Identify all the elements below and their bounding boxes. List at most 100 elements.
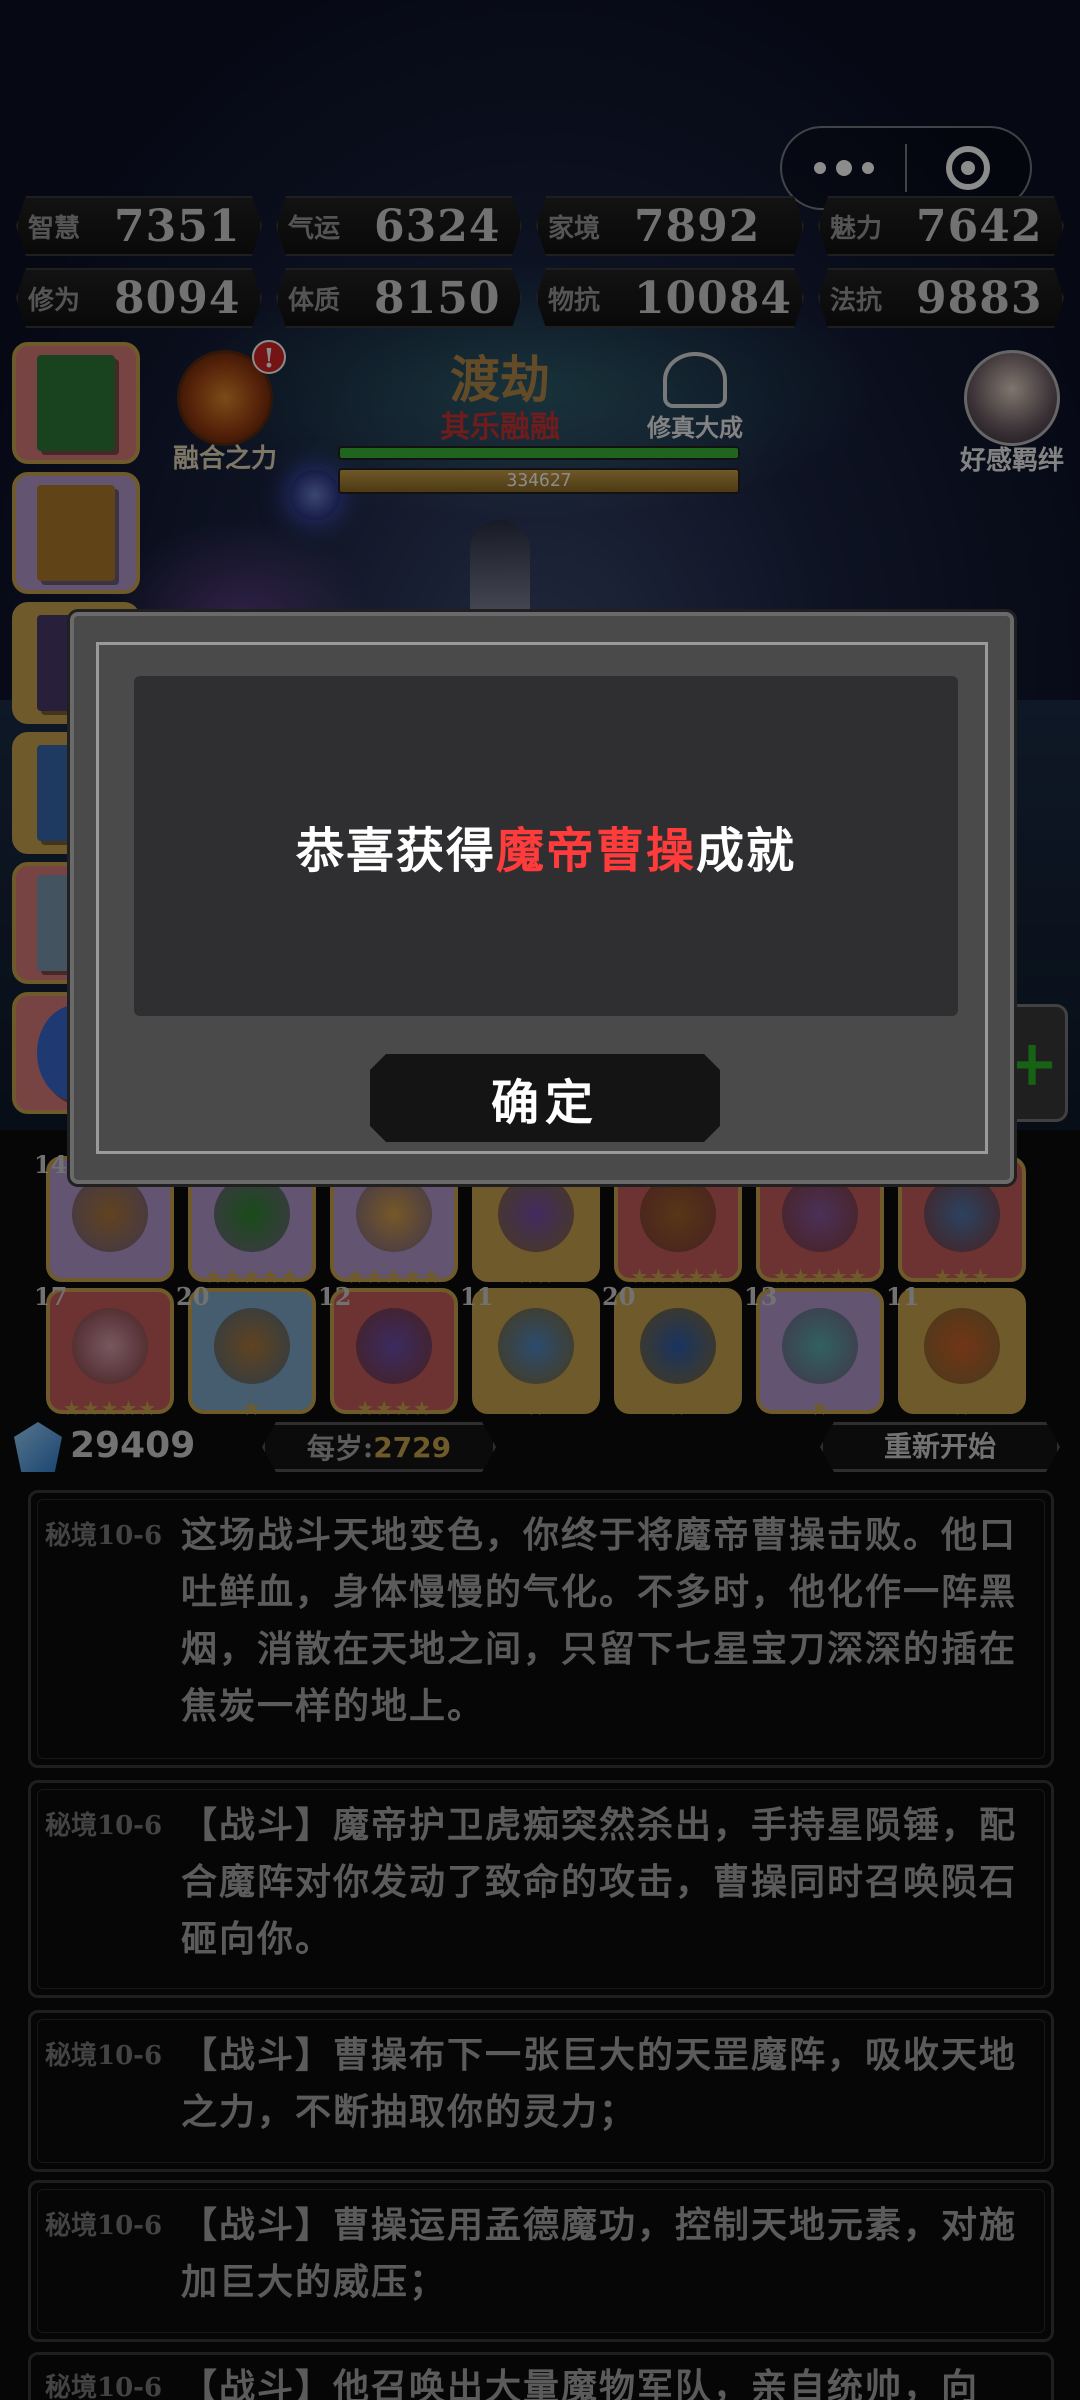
item-level: 20 bbox=[176, 1282, 210, 1311]
meditate-label: 修真大成 bbox=[647, 413, 743, 442]
item-stars: ★ bbox=[526, 1396, 546, 1420]
dot-icon bbox=[861, 162, 874, 174]
equipment-slot[interactable]: 12 ★★★★ bbox=[318, 1282, 458, 1420]
stat-magic-resist: 法抗 9883 bbox=[818, 268, 1064, 328]
stat-luck: 气运 6324 bbox=[276, 196, 522, 256]
item-level: 11 bbox=[886, 1282, 920, 1311]
meditate-button[interactable]: 修真大成 bbox=[640, 352, 750, 443]
stat-label: 修为 bbox=[28, 285, 81, 316]
equipment-slot[interactable]: 20 ★ bbox=[602, 1282, 742, 1420]
stat-label: 物抗 bbox=[547, 285, 600, 316]
mirror-icon bbox=[356, 1308, 432, 1384]
health-bar bbox=[338, 446, 740, 460]
book-icon bbox=[37, 355, 115, 451]
equipment-slot[interactable]: 13 ★ bbox=[744, 1282, 884, 1420]
item-stars: ★★★★ bbox=[356, 1396, 432, 1420]
blade-icon bbox=[924, 1176, 1000, 1252]
item-stars: ★★★★★ bbox=[630, 1264, 726, 1288]
achievement-dialog: 恭喜获得魔帝曹操成就 确定 bbox=[70, 612, 1014, 1184]
stats-grid: 智慧 7351 气运 6324 家境 7892 魅力 7642 修为 8094 体质 815… bbox=[16, 196, 1064, 328]
currency-bar: 29409 每岁:2729 重新开始 bbox=[0, 1418, 1080, 1474]
flame-orb-icon bbox=[924, 1308, 1000, 1384]
equipment-slot[interactable]: 17 ★★★★★ bbox=[34, 1282, 174, 1420]
dagger-icon bbox=[498, 1308, 574, 1384]
stat-value: 8094 bbox=[114, 272, 241, 324]
experience-bar: 334627 bbox=[338, 468, 740, 494]
item-stars: ★★ bbox=[517, 1264, 555, 1288]
stat-wisdom: 智慧 7351 bbox=[16, 196, 262, 256]
message-prefix: 恭喜获得 bbox=[295, 823, 496, 879]
item-stars: ★★★★★ bbox=[772, 1264, 868, 1288]
dot-icon bbox=[813, 162, 826, 174]
sword-icon bbox=[214, 1308, 290, 1384]
item-stars: ★ bbox=[810, 1396, 830, 1420]
gourd-icon bbox=[356, 1176, 432, 1252]
stat-label: 法抗 bbox=[830, 285, 883, 316]
stat-label: 智慧 bbox=[28, 213, 81, 244]
skill-book-button[interactable] bbox=[12, 472, 140, 594]
book-icon bbox=[37, 485, 115, 581]
message-suffix: 成就 bbox=[696, 823, 797, 879]
item-level: 12 bbox=[318, 1282, 352, 1311]
armor-icon bbox=[498, 1176, 574, 1252]
dialog-content: 恭喜获得魔帝曹操成就 bbox=[134, 676, 958, 1016]
stat-cultivation: 修为 8094 bbox=[16, 268, 262, 328]
log-tag: 秘境10-6 bbox=[45, 1521, 163, 1551]
stat-family: 家境 7892 bbox=[536, 196, 804, 256]
dot-icon bbox=[835, 160, 852, 176]
equipment-slot[interactable]: 11 ★ bbox=[886, 1282, 1026, 1420]
equipment-slot[interactable]: 11 ★ bbox=[460, 1282, 600, 1420]
gem-count: 29409 bbox=[70, 1425, 196, 1466]
stat-label: 魅力 bbox=[830, 213, 883, 244]
log-tag: 秘境10-6 bbox=[45, 2373, 163, 2400]
per-year-label: 每岁 bbox=[306, 1432, 363, 1465]
item-stars: ★★★★★ bbox=[62, 1396, 158, 1420]
companion-avatar bbox=[964, 350, 1060, 446]
item-stars: ★★★★★ bbox=[204, 1264, 300, 1288]
item-stars: ★ bbox=[952, 1396, 972, 1420]
log-text: 【战斗】魔帝护卫虎痴突然杀出，手持星陨锤，配合魔阵对你发动了致命的攻击，曹操同时… bbox=[181, 1804, 1018, 1960]
pendant-icon bbox=[782, 1308, 858, 1384]
stat-charm: 魅力 7642 bbox=[818, 196, 1064, 256]
log-tag: 秘境10-6 bbox=[45, 2211, 163, 2241]
equipment-slot[interactable]: 20 ★ bbox=[176, 1282, 316, 1420]
confirm-button[interactable]: 确定 bbox=[370, 1054, 720, 1142]
achievement-message: 恭喜获得魔帝曹操成就 bbox=[296, 811, 796, 881]
affection-bond-button[interactable]: 好感羁绊 bbox=[954, 350, 1070, 477]
stat-label: 体质 bbox=[287, 285, 340, 316]
log-entry: 秘境10-6 【战斗】魔帝护卫虎痴突然杀出，手持星陨锤，配合魔阵对你发动了致命的… bbox=[28, 1780, 1054, 1998]
log-text: 【战斗】曹操布下一张巨大的天罡魔阵，吸收天地之力，不断抽取你的灵力； bbox=[181, 2034, 1018, 2133]
per-year-value: 2729 bbox=[373, 1430, 452, 1464]
gem-icon bbox=[14, 1422, 62, 1472]
stat-label: 气运 bbox=[287, 213, 340, 244]
stat-physique: 体质 8150 bbox=[276, 268, 522, 328]
progress-bars: 334627 bbox=[338, 446, 740, 494]
hammer-icon bbox=[640, 1176, 716, 1252]
per-year-income: 每岁:2729 bbox=[262, 1422, 496, 1472]
moon-icon bbox=[290, 470, 340, 520]
achievement-name: 魔帝曹操 bbox=[495, 823, 696, 879]
item-level: 13 bbox=[744, 1282, 778, 1311]
log-text: 【战斗】他召唤出大量魔物军队，亲自统帅，向 bbox=[181, 2366, 980, 2400]
stat-value: 8150 bbox=[373, 272, 501, 324]
stat-value: 10084 bbox=[633, 272, 793, 324]
log-entry: 秘境10-6 【战斗】他召唤出大量魔物军队，亲自统帅，向 bbox=[28, 2352, 1054, 2400]
item-level: 14 bbox=[34, 1150, 68, 1179]
item-level: 17 bbox=[34, 1282, 68, 1311]
ring-icon bbox=[72, 1176, 148, 1252]
log-tag: 秘境10-6 bbox=[45, 1811, 163, 1841]
item-stars: ★ bbox=[668, 1396, 688, 1420]
stat-value: 7351 bbox=[114, 200, 241, 252]
target-icon bbox=[946, 146, 991, 190]
stat-value: 6324 bbox=[373, 200, 501, 252]
orb-icon bbox=[640, 1308, 716, 1384]
item-stars: ★★★ bbox=[933, 1264, 991, 1288]
log-tag: 秘境10-6 bbox=[45, 2041, 163, 2071]
skill-book-button[interactable] bbox=[12, 342, 140, 464]
bond-label: 好感羁绊 bbox=[959, 446, 1064, 476]
claw-icon bbox=[214, 1176, 290, 1252]
restart-button[interactable]: 重新开始 bbox=[820, 1422, 1060, 1472]
item-stars: ★ bbox=[242, 1396, 262, 1420]
stat-value: 7892 bbox=[633, 200, 761, 252]
item-level: 11 bbox=[460, 1282, 494, 1311]
